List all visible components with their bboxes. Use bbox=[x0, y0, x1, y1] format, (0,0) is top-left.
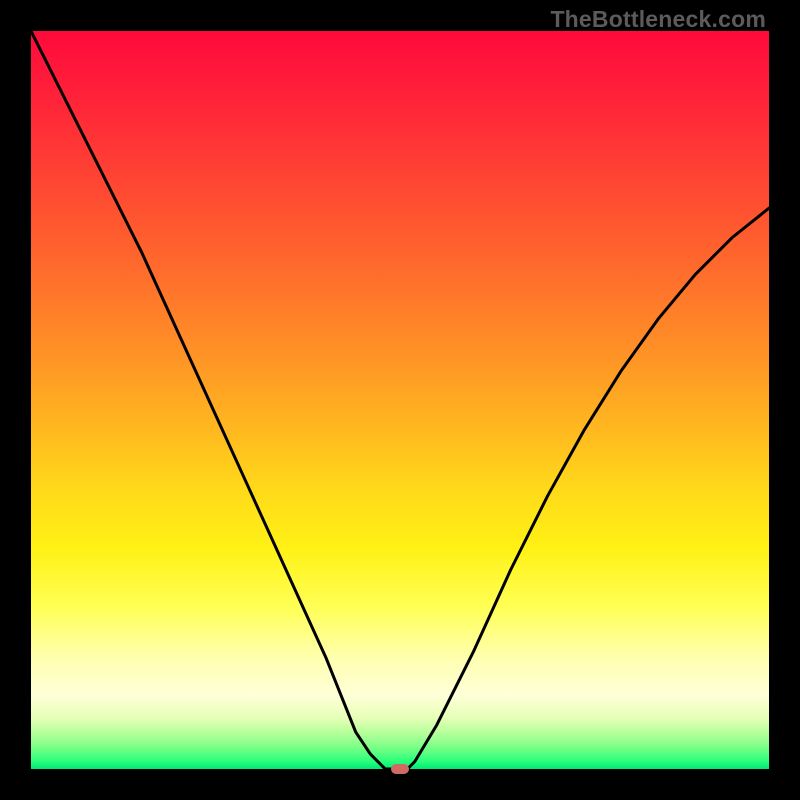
minimum-marker bbox=[391, 764, 409, 774]
gradient-plot-area bbox=[31, 31, 769, 769]
watermark-text: TheBottleneck.com bbox=[550, 6, 766, 33]
chart-stage: TheBottleneck.com bbox=[0, 0, 800, 800]
